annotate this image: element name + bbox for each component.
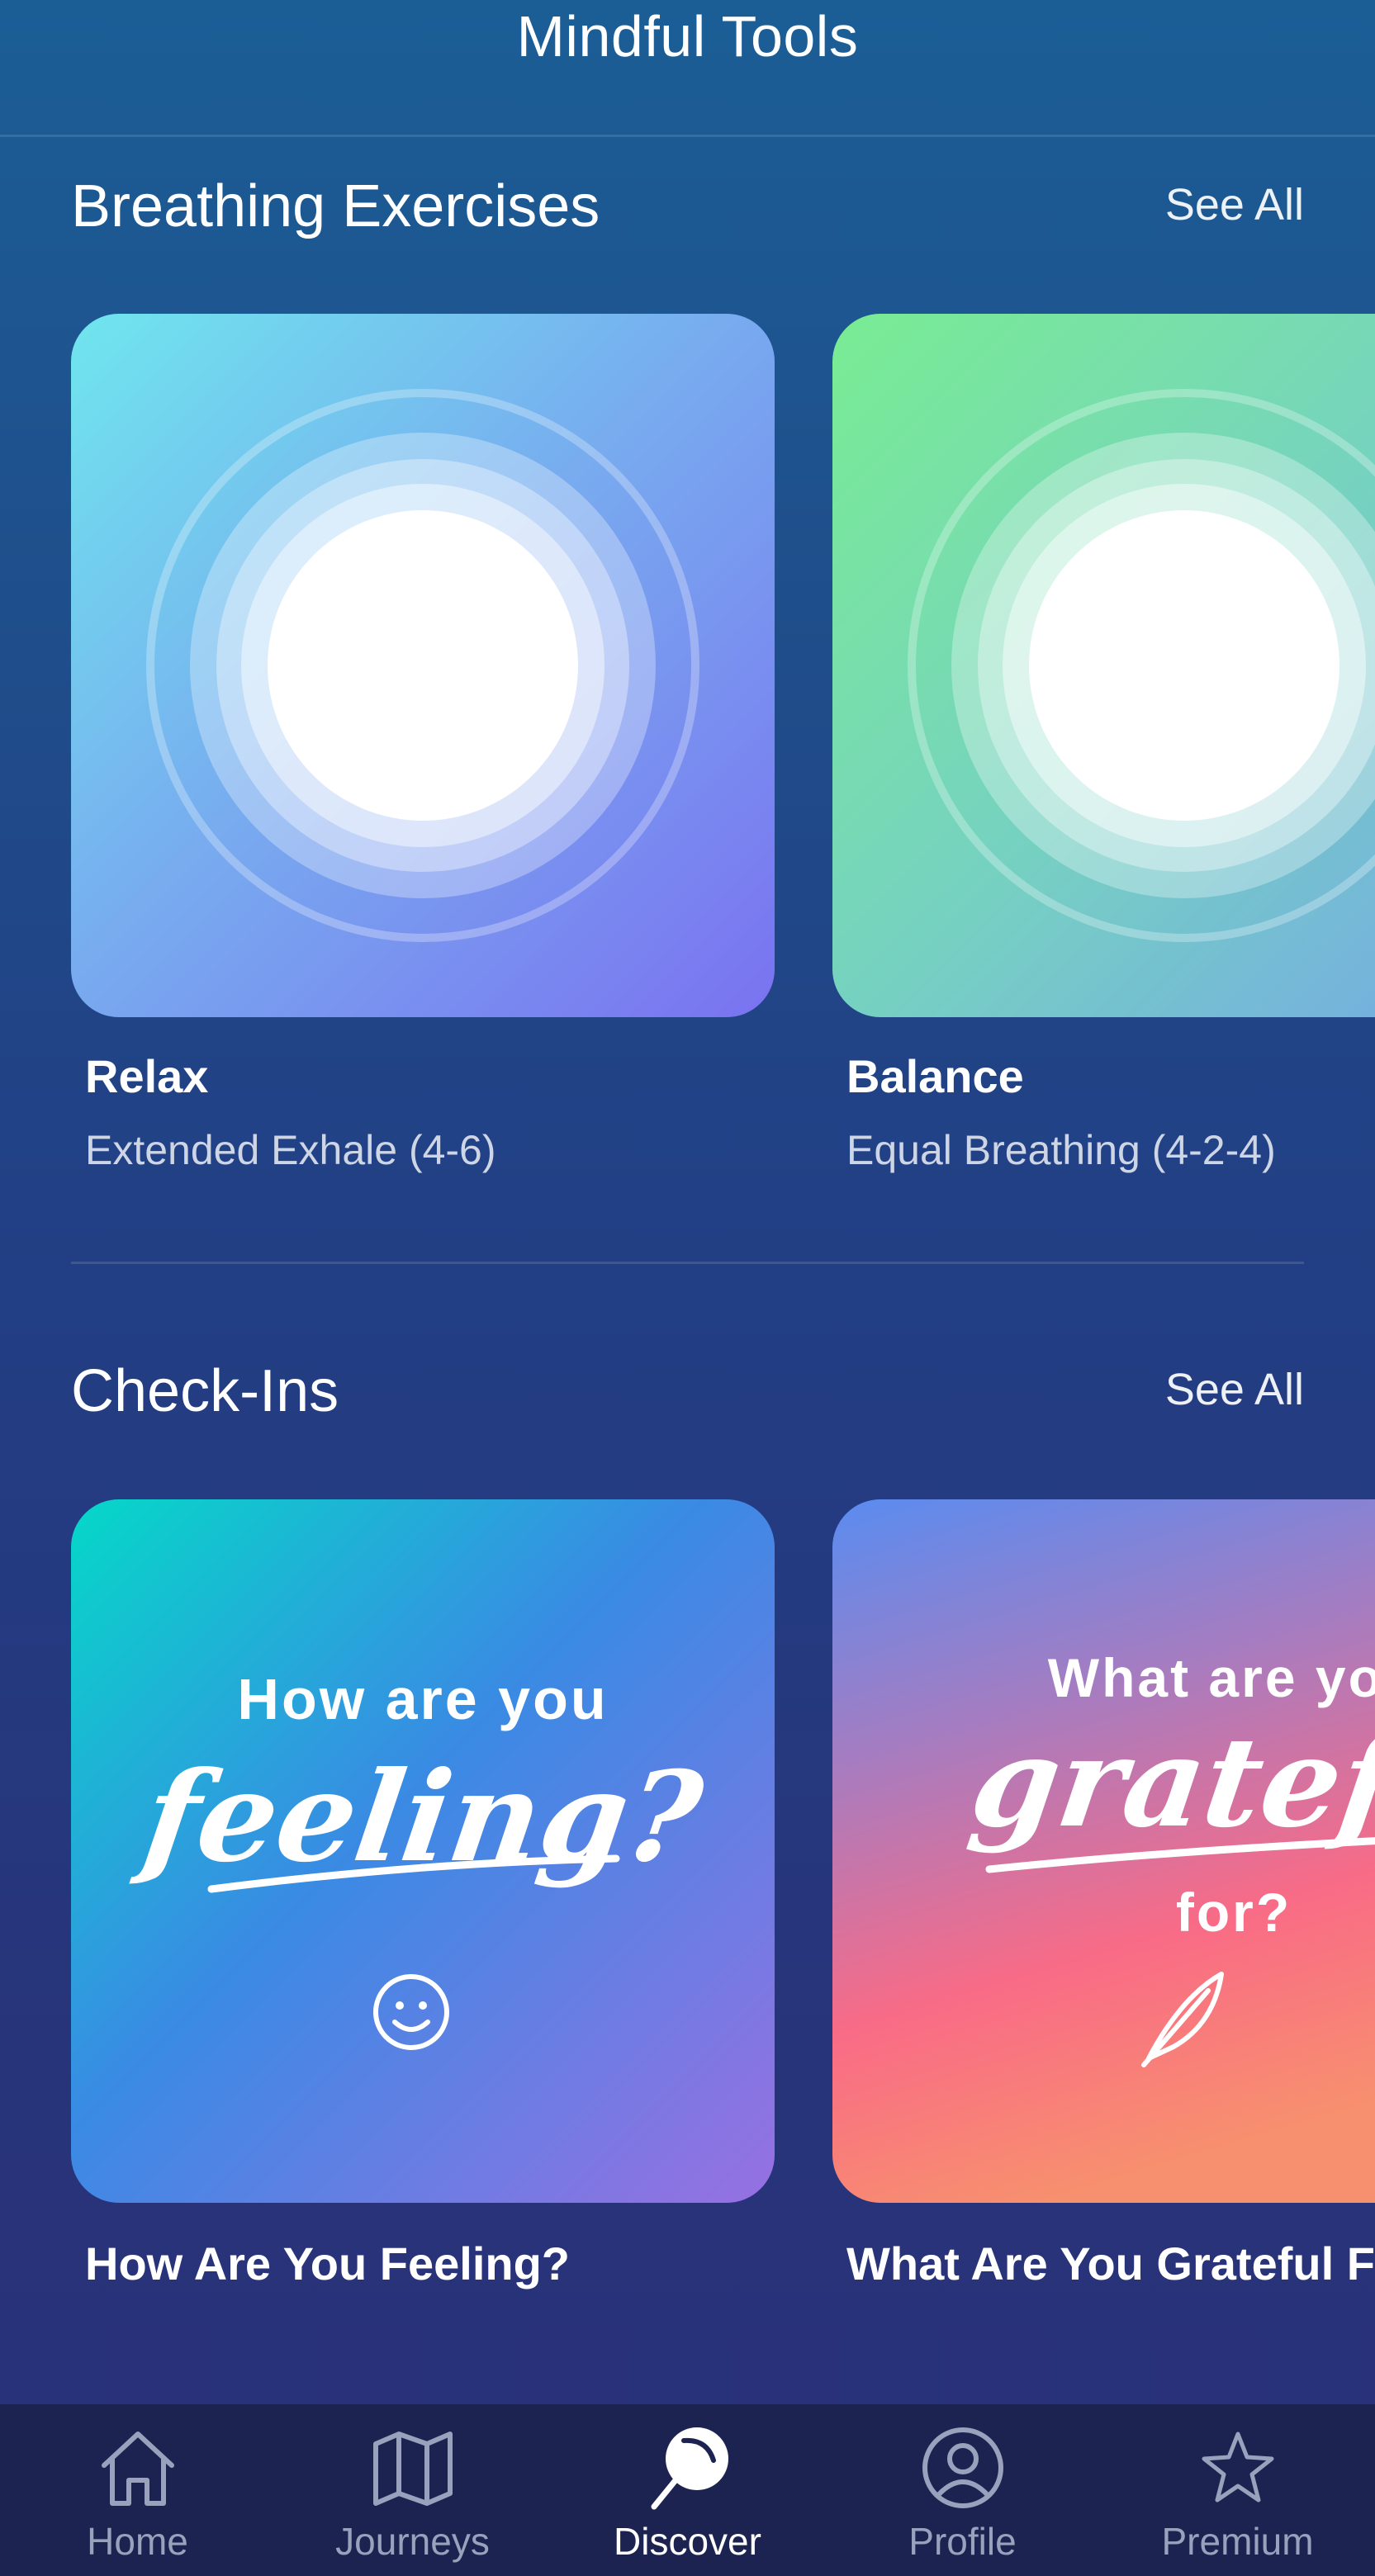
grateful-art-script-text: grateful [962,1710,1375,1855]
grateful-checkin-card[interactable]: What are you grateful for? [832,1499,1375,2203]
page-title: Mindful Tools [516,4,859,69]
relax-card[interactable] [71,314,775,1017]
balance-breathing-art [832,314,1375,1017]
tab-bar: Home Journeys Discover Profile Premium [0,2404,1375,2576]
checkins-section-title: Check-Ins [71,1358,339,1424]
relax-card-subtitle: Extended Exhale (4-6) [85,1127,496,1173]
feeling-card-title: How Are You Feeling? [85,2237,571,2290]
tab-home-label: Home [87,2520,188,2563]
tab-premium-label: Premium [1161,2520,1314,2563]
grateful-art-bottom-text: for? [1175,1882,1292,1943]
breathing-see-all-link[interactable]: See All [1165,176,1304,234]
checkins-see-all-link[interactable]: See All [1165,1361,1304,1418]
grateful-art-top-text: What are you [1047,1647,1375,1708]
map-icon [372,2432,453,2506]
star-icon [1202,2432,1273,2503]
tab-discover-label: Discover [614,2520,761,2563]
tab-discover[interactable]: Discover [550,2404,825,2576]
grateful-card-title: What Are You Grateful For? [846,2237,1375,2290]
tab-profile[interactable]: Profile [825,2404,1100,2576]
feeling-art-top-text: How are you [237,1667,609,1731]
relax-card-title: Relax [85,1050,209,1102]
profile-icon [922,2427,1003,2508]
tab-home[interactable]: Home [0,2404,275,2576]
header: Mindful Tools [0,0,1375,137]
feeling-checkin-card[interactable]: How are you feeling? [71,1499,775,2203]
home-icon [101,2432,174,2506]
mindful-tools-screen: Mindful Tools Breathing Exercises See Al… [0,0,1375,2576]
balance-card-title: Balance [846,1050,1024,1102]
tab-profile-label: Profile [908,2520,1017,2563]
balance-card[interactable] [832,314,1375,1017]
tab-journeys-label: Journeys [335,2520,490,2563]
discover-icon [651,2427,728,2510]
relax-breathing-art [71,314,775,1017]
breathing-section-title: Breathing Exercises [71,173,600,239]
tab-premium[interactable]: Premium [1100,2404,1375,2576]
feeling-art-script-text: feeling? [135,1745,710,1890]
section-divider [71,1262,1304,1264]
tab-journeys[interactable]: Journeys [275,2404,550,2576]
balance-card-subtitle: Equal Breathing (4-2-4) [846,1127,1276,1173]
